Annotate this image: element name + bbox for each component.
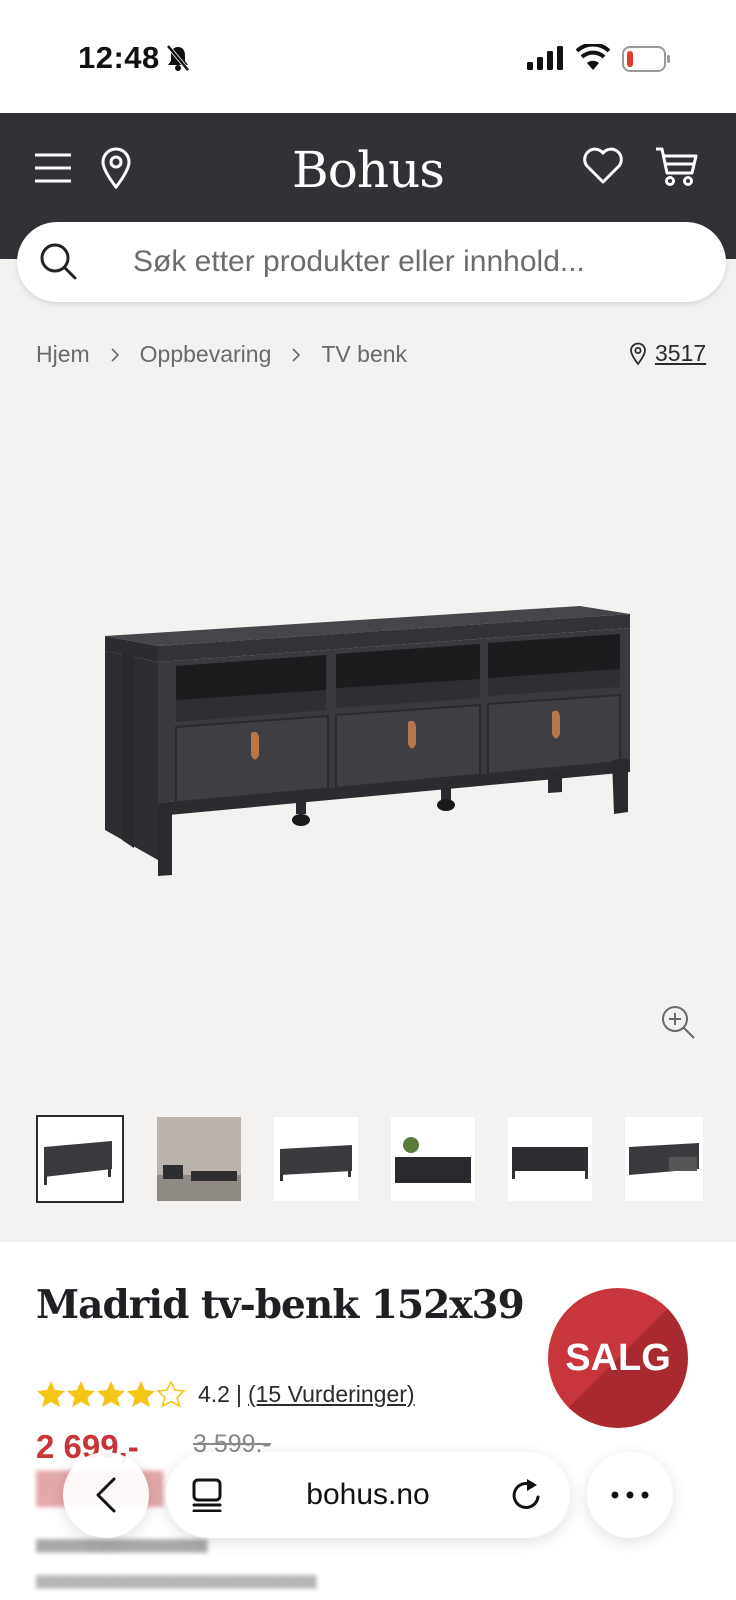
star-filled-icon [37,1381,65,1407]
product-rating: 4.2 | (15 Vurderinger) [36,1380,415,1408]
browser-address-bar[interactable]: bohus.no [166,1452,570,1538]
star-filled-icon [97,1381,125,1407]
product-info-panel: Madrid tv-benk 152x39 SALG 4.2 | (15 Vur… [0,1242,736,1600]
browser-back-button[interactable] [63,1452,149,1538]
wishlist-heart-icon[interactable] [582,147,624,185]
thumbnail-2[interactable] [157,1117,241,1201]
breadcrumb: Hjem Oppbevaring TV benk [36,341,407,368]
chevron-left-icon [96,1477,116,1513]
search-bar[interactable] [17,222,726,302]
bell-muted-icon [166,44,190,72]
thumbnail-4[interactable] [391,1117,475,1201]
search-input[interactable] [133,242,693,282]
reload-icon[interactable] [510,1477,542,1511]
star-empty-icon [156,1380,186,1408]
browser-more-button[interactable] [587,1452,673,1538]
cellular-signal-icon [527,46,563,70]
rating-stars [36,1380,186,1408]
shopping-cart-icon[interactable] [654,145,698,187]
rating-separator: | [235,1380,242,1407]
obscured-text-line: ▄▄▄▄▄▄▄▄▄▄▄▄▄▄▄▄▄▄ [36,1562,317,1587]
bohus-logo[interactable]: Bohus [0,141,736,199]
thumbnail-5[interactable] [508,1117,592,1201]
location-pin-icon [630,342,646,365]
chevron-right-icon [292,347,301,362]
more-options-icon [611,1491,649,1499]
star-filled-icon [127,1381,155,1407]
sale-badge: SALG [548,1288,688,1428]
thumbnail-3[interactable] [274,1117,358,1201]
selected-store[interactable]: 3517 [629,340,706,367]
product-main-image[interactable] [0,400,736,1080]
status-bar: 12:48 [0,0,736,113]
star-filled-icon [67,1381,95,1407]
thumbnail-1[interactable] [36,1115,124,1203]
reviews-link[interactable]: (15 Vurderinger) [248,1381,415,1408]
thumbnail-6[interactable] [625,1117,703,1201]
status-time: 12:48 [78,40,160,75]
product-title: Madrid tv-benk 152x39 [36,1282,525,1328]
zoom-in-icon[interactable] [660,1004,696,1040]
breadcrumb-home[interactable]: Hjem [36,341,90,368]
chevron-right-icon [111,347,119,362]
wifi-icon [576,44,610,70]
breadcrumb-tv-benk[interactable]: TV benk [321,341,407,368]
rating-value: 4.2 [198,1380,230,1407]
battery-low-icon [622,46,670,72]
breadcrumb-oppbevaring[interactable]: Oppbevaring [140,341,272,368]
store-number[interactable]: 3517 [655,340,706,367]
search-icon [40,243,77,280]
